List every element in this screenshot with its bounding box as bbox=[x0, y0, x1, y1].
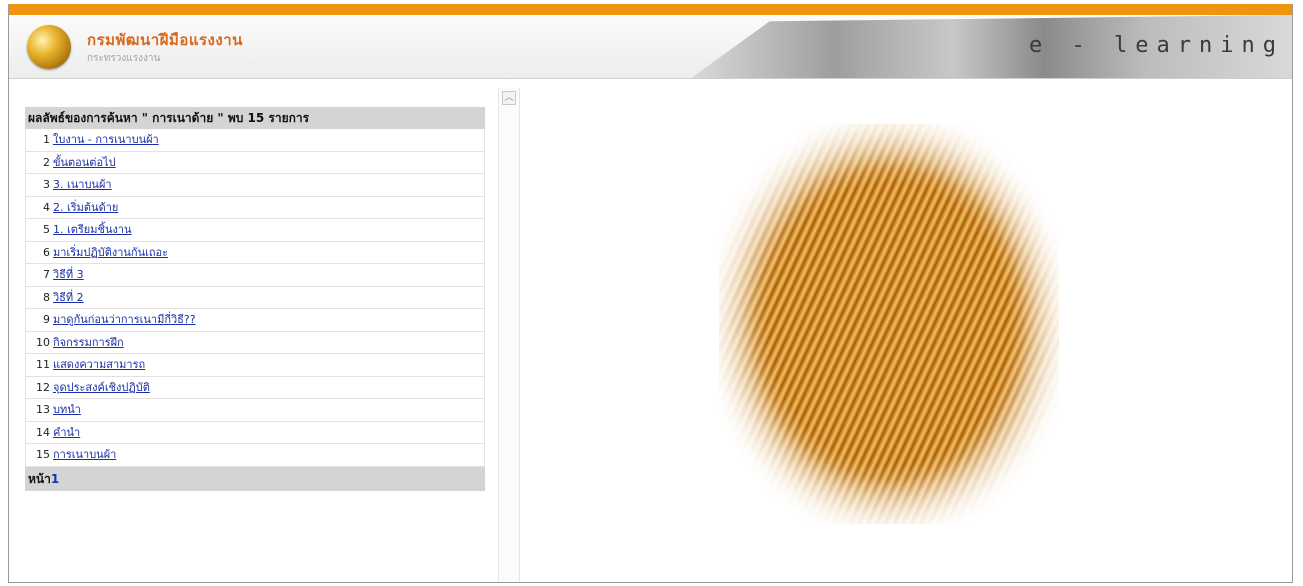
result-number: 1 bbox=[43, 133, 50, 146]
results-list: 1 ใบงาน - การเนาบนผ้า 2 ขั้นตอนต่อไป 3 3. เนา… bbox=[25, 129, 485, 467]
result-row: 3 3. เนาบนผ้า bbox=[25, 174, 485, 197]
result-row: 6 มาเริ่มปฏิบัติงานกันเถอะ bbox=[25, 241, 485, 264]
result-row: 14 คำนำ bbox=[25, 421, 485, 444]
result-link[interactable]: 2. เริ่มต้นด้าย bbox=[53, 197, 118, 219]
result-row: 15 การเนาบนผ้า bbox=[25, 444, 485, 467]
result-number: 11 bbox=[36, 358, 50, 371]
result-row: 2 ขั้นตอนต่อไป bbox=[25, 151, 485, 174]
top-accent-bar bbox=[9, 4, 1292, 15]
result-number: 15 bbox=[36, 448, 50, 461]
result-link[interactable]: จุดประสงค์เชิงปฏิบัติ bbox=[53, 377, 150, 399]
result-link[interactable]: 1. เตรียมชิ้นงาน bbox=[53, 219, 132, 241]
result-number: 4 bbox=[43, 200, 50, 214]
result-row: 11 แสดงความสามารถ bbox=[25, 354, 485, 377]
result-row: 8 วิธีที่ 2 bbox=[25, 286, 485, 309]
result-link[interactable]: กิจกรรมการฝึก bbox=[53, 332, 124, 354]
result-number: 7 bbox=[43, 268, 50, 281]
page-label: หน้า bbox=[28, 471, 51, 486]
result-link[interactable]: วิธีที่ 3 bbox=[53, 264, 84, 286]
site-title[interactable]: กรมพัฒนาฝีมือแรงงาน bbox=[87, 28, 243, 52]
scroll-up-arrow-icon[interactable]: ︿ bbox=[502, 91, 516, 105]
search-results-panel: ผลลัพธ์ของการค้นหา " การเนาด้าย " พบ 15 … bbox=[25, 107, 485, 491]
result-row: 12 จุดประสงค์เชิงปฏิบัติ bbox=[25, 376, 485, 399]
gears-image bbox=[719, 124, 1059, 524]
result-link[interactable]: ใบงาน - การเนาบนผ้า bbox=[53, 129, 159, 151]
site-subtitle: กระทรวงแรงงาน bbox=[87, 53, 161, 64]
result-row: 4 2. เริ่มต้นด้าย bbox=[25, 196, 485, 219]
result-row: 10 กิจกรรมการฝึก bbox=[25, 331, 485, 354]
site-header: กรมพัฒนาฝีมือแรงงาน กระทรวงแรงงาน e - le… bbox=[9, 15, 1292, 79]
result-row: 13 บทนำ bbox=[25, 399, 485, 422]
result-number: 14 bbox=[36, 425, 50, 439]
result-number: 3 bbox=[43, 178, 50, 191]
results-pagination: หน้า1 bbox=[25, 466, 485, 491]
result-number: 9 bbox=[43, 313, 50, 326]
result-link[interactable]: ขั้นตอนต่อไป bbox=[53, 152, 116, 174]
result-link[interactable]: มาเริ่มปฏิบัติงานกันเถอะ bbox=[53, 242, 168, 264]
result-number: 13 bbox=[36, 403, 50, 416]
result-link[interactable]: บทนำ bbox=[53, 399, 81, 421]
result-link[interactable]: วิธีที่ 2 bbox=[53, 287, 84, 309]
result-row: 5 1. เตรียมชิ้นงาน bbox=[25, 219, 485, 242]
page-link-1[interactable]: 1 bbox=[51, 472, 59, 486]
result-row: 9 มาดูกันก่อนว่าการเนามีกี่วิธี?? bbox=[25, 309, 485, 332]
browser-window: กรมพัฒนาฝีมือแรงงาน กระทรวงแรงงาน e - le… bbox=[8, 4, 1293, 583]
result-number: 5 bbox=[43, 223, 50, 236]
result-row: 7 วิธีที่ 3 bbox=[25, 264, 485, 287]
result-link[interactable]: คำนำ bbox=[53, 422, 80, 444]
result-link[interactable]: 3. เนาบนผ้า bbox=[53, 174, 112, 196]
frame-scrollbar[interactable]: ︿ bbox=[498, 88, 520, 582]
department-seal-icon[interactable] bbox=[27, 25, 71, 69]
result-number: 12 bbox=[36, 380, 50, 394]
result-link[interactable]: แสดงความสามารถ bbox=[53, 354, 145, 376]
result-row: 1 ใบงาน - การเนาบนผ้า bbox=[25, 129, 485, 152]
result-link[interactable]: มาดูกันก่อนว่าการเนามีกี่วิธี?? bbox=[53, 309, 196, 331]
result-number: 6 bbox=[43, 245, 50, 259]
results-heading: ผลลัพธ์ของการค้นหา " การเนาด้าย " พบ 15 … bbox=[25, 107, 485, 129]
result-number: 8 bbox=[43, 290, 50, 304]
result-number: 10 bbox=[36, 335, 50, 349]
banner-text: e - learning bbox=[1029, 33, 1284, 58]
result-number: 2 bbox=[43, 155, 50, 169]
result-link[interactable]: การเนาบนผ้า bbox=[53, 444, 116, 466]
